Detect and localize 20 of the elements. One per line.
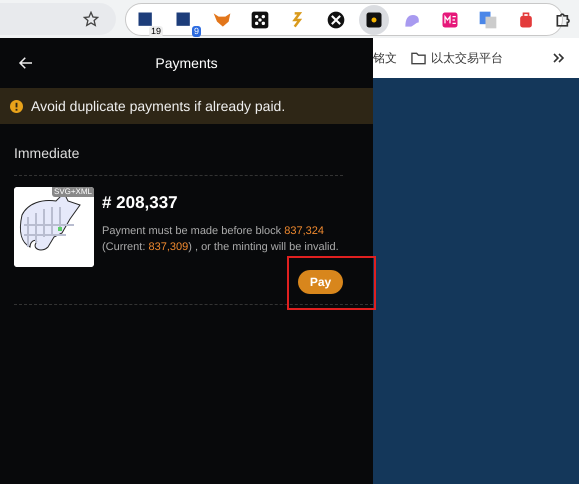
bookmark-star-icon[interactable] xyxy=(83,11,99,27)
warning-text: Avoid duplicate payments if already paid. xyxy=(31,96,286,116)
payment-note: Payment must be made before block 837,324 (Current: 837,309) , or the minting will be invalid. xyxy=(102,224,340,254)
translate-icon xyxy=(478,10,498,30)
count-badge: 9 xyxy=(192,26,201,36)
letters-icon xyxy=(440,10,460,30)
dice-icon xyxy=(250,10,270,30)
warning-icon xyxy=(10,100,23,112)
more-chevrons-icon[interactable] xyxy=(553,53,565,63)
section-heading: Immediate xyxy=(14,144,80,163)
format-badge: SVG+XML xyxy=(52,187,94,197)
extension-button[interactable]: 9 xyxy=(169,4,199,34)
bookmark[interactable]: 铭文 xyxy=(373,49,397,67)
extension-button[interactable] xyxy=(359,4,389,34)
extension-button[interactable]: 19 xyxy=(131,4,161,34)
inscription-number: # 208,337 xyxy=(102,192,178,214)
bookmark[interactable]: 以太交易平台 xyxy=(411,49,503,67)
popup-title: Payments xyxy=(155,54,218,73)
count-badge: 19 xyxy=(148,26,163,36)
cross-icon xyxy=(326,10,346,30)
